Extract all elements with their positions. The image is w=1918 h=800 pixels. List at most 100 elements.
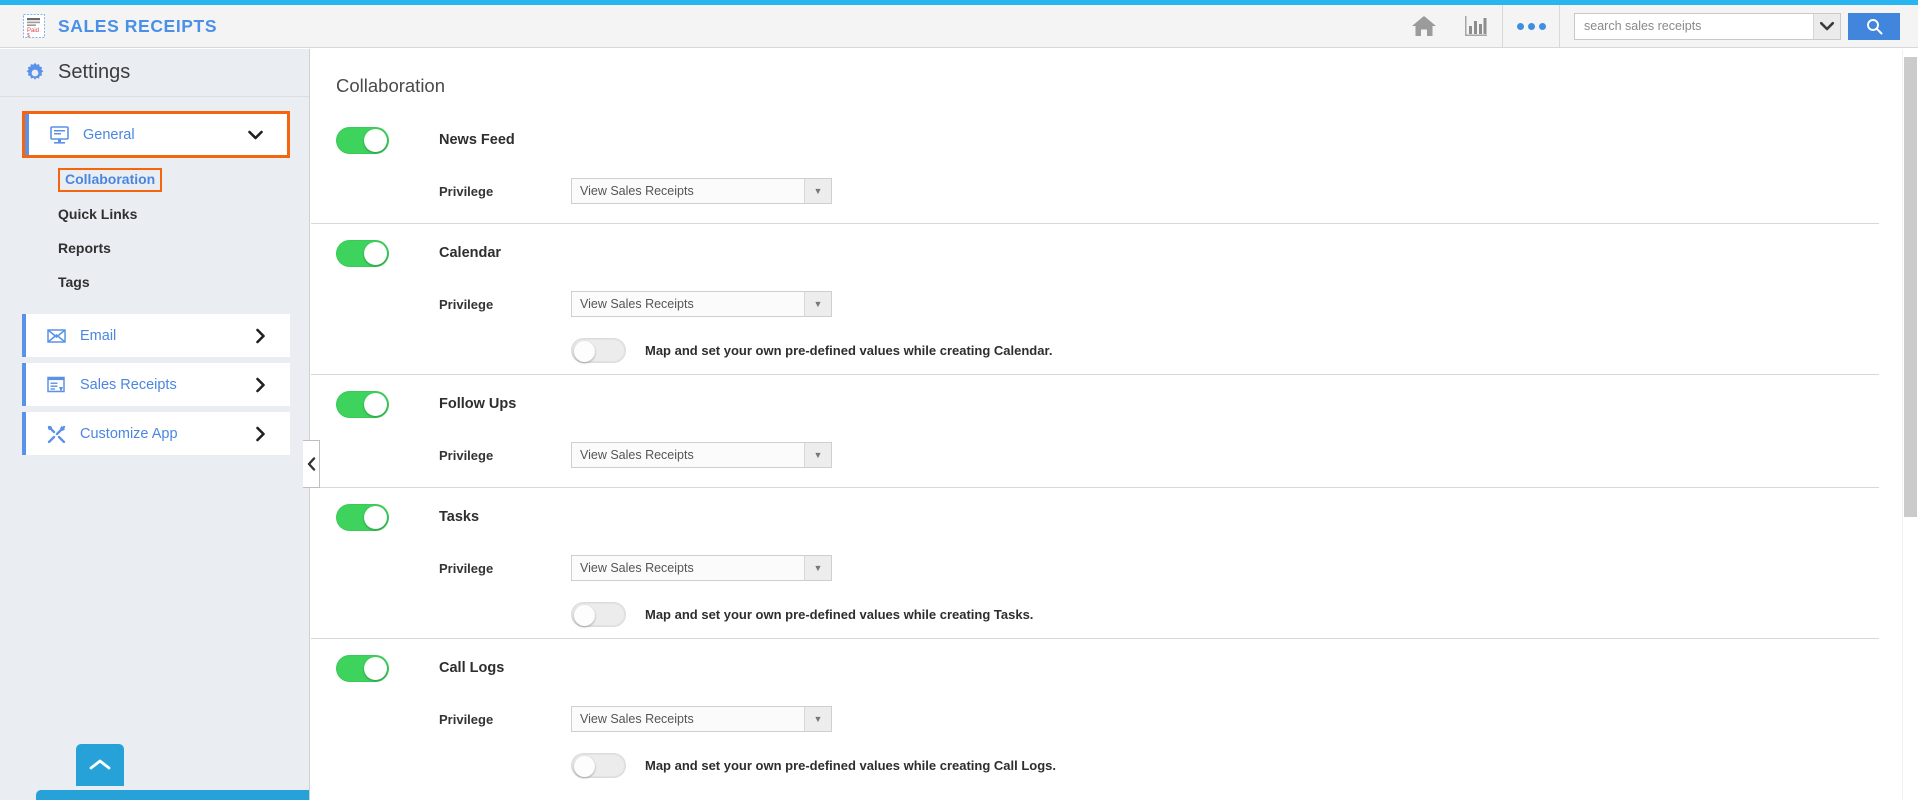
chevron-right-icon bbox=[255, 377, 266, 392]
feature-block-calendar: Calendar Privilege View Sales Receipts ▼… bbox=[311, 224, 1879, 375]
sidebar-item-tags-label: Tags bbox=[58, 274, 90, 290]
privilege-select-value: View Sales Receipts bbox=[580, 561, 694, 575]
map-values-row: Map and set your own pre-defined values … bbox=[336, 741, 1879, 789]
chevron-right-icon bbox=[255, 426, 266, 441]
dot-2 bbox=[1527, 22, 1535, 30]
map-toggle-call-logs[interactable] bbox=[571, 752, 626, 778]
privilege-select-tasks[interactable]: View Sales Receipts ▼ bbox=[571, 555, 832, 581]
sidebar-item-customize-app[interactable]: Customize App bbox=[22, 412, 290, 455]
dot-1 bbox=[1516, 22, 1524, 30]
header-icon-group bbox=[1398, 4, 1560, 48]
page-scrollbar-thumb[interactable] bbox=[1904, 57, 1917, 517]
feature-header-row: Calendar bbox=[336, 224, 1879, 282]
page-title: Collaboration bbox=[336, 75, 446, 96]
map-toggle-calendar[interactable] bbox=[571, 337, 626, 363]
chevron-down-icon bbox=[248, 129, 263, 140]
search-submit-button[interactable] bbox=[1848, 12, 1900, 40]
app-header: Paid $ SALES RECEIPTS bbox=[0, 4, 1918, 48]
map-values-text-calendar: Map and set your own pre-defined values … bbox=[645, 342, 1053, 358]
map-toggle-tasks[interactable] bbox=[571, 601, 626, 627]
feature-name-calendar: Calendar bbox=[439, 245, 502, 261]
privilege-row: Privilege View Sales Receipts ▼ bbox=[336, 169, 1879, 213]
chevron-right-icon bbox=[255, 328, 266, 343]
privilege-row: Privilege View Sales Receipts ▼ bbox=[336, 282, 1879, 326]
privilege-select-calendar[interactable]: View Sales Receipts ▼ bbox=[571, 291, 832, 317]
page-scrollbar-track[interactable] bbox=[1902, 49, 1918, 800]
search-zone bbox=[1560, 5, 1918, 48]
sidebar-item-quick-links[interactable]: Quick Links bbox=[0, 200, 309, 228]
feature-toggle-call-logs[interactable] bbox=[336, 654, 389, 682]
sidebar-subnav: Collaboration Quick Links Reports Tags bbox=[0, 166, 309, 296]
privilege-select-follow-ups[interactable]: View Sales Receipts ▼ bbox=[571, 442, 832, 468]
settings-header: Settings bbox=[0, 49, 309, 97]
toggle-knob bbox=[574, 604, 595, 626]
sidebar-item-general-label: General bbox=[83, 126, 135, 143]
feature-toggle-follow-ups[interactable] bbox=[336, 390, 389, 418]
sidebar-group-list: Email Sales Receipts Customize App bbox=[0, 314, 309, 455]
feature-header-row: News Feed bbox=[336, 111, 1879, 169]
settings-sidebar: Settings General Collaboration Quick Lin… bbox=[0, 49, 310, 800]
privilege-label: Privilege bbox=[439, 447, 494, 463]
feature-toggle-news-feed[interactable] bbox=[336, 126, 389, 154]
feature-toggle-calendar[interactable] bbox=[336, 239, 389, 267]
privilege-select-value: View Sales Receipts bbox=[580, 297, 694, 311]
map-values-text-call-logs: Map and set your own pre-defined values … bbox=[645, 757, 1057, 773]
dot-3 bbox=[1538, 22, 1546, 30]
toggle-knob bbox=[574, 340, 595, 362]
analytics-icon[interactable] bbox=[1450, 5, 1502, 48]
home-icon[interactable] bbox=[1398, 5, 1450, 48]
svg-text:$: $ bbox=[27, 33, 30, 39]
gear-icon bbox=[24, 62, 46, 84]
caret-down-icon: ▼ bbox=[804, 179, 831, 203]
sidebar-item-email[interactable]: Email bbox=[22, 314, 290, 357]
toggle-knob bbox=[364, 128, 387, 152]
sidebar-item-quick-links-label: Quick Links bbox=[58, 206, 138, 222]
feature-name-call-logs: Call Logs bbox=[439, 660, 505, 676]
privilege-label: Privilege bbox=[439, 296, 494, 312]
sidebar-item-reports[interactable]: Reports bbox=[0, 234, 309, 262]
chevron-up-icon bbox=[89, 758, 111, 772]
chevron-left-icon bbox=[307, 457, 316, 471]
privilege-select-call-logs[interactable]: View Sales Receipts ▼ bbox=[571, 706, 832, 732]
feature-block-news-feed: News Feed Privilege View Sales Receipts … bbox=[311, 111, 1879, 224]
caret-down-icon: ▼ bbox=[804, 707, 831, 731]
toggle-knob bbox=[364, 505, 387, 529]
privilege-label: Privilege bbox=[439, 711, 494, 727]
brand[interactable]: Paid $ SALES RECEIPTS bbox=[0, 5, 217, 47]
sidebar-item-general[interactable]: General bbox=[22, 111, 290, 158]
map-values-text-tasks: Map and set your own pre-defined values … bbox=[645, 606, 1034, 622]
scroll-to-top-button[interactable] bbox=[76, 744, 124, 786]
feature-toggle-tasks[interactable] bbox=[336, 503, 389, 531]
privilege-row: Privilege View Sales Receipts ▼ bbox=[336, 697, 1879, 741]
chevron-down-icon[interactable] bbox=[1813, 13, 1840, 39]
main-content: Collaboration News Feed Privilege View S… bbox=[311, 49, 1906, 800]
sidebar-item-customize-app-label: Customize App bbox=[80, 425, 178, 442]
more-options-icon[interactable] bbox=[1503, 5, 1559, 48]
document-icon bbox=[46, 376, 66, 394]
sidebar-item-collaboration-label: Collaboration bbox=[58, 168, 163, 192]
privilege-select-value: View Sales Receipts bbox=[580, 712, 694, 726]
toggle-knob bbox=[574, 755, 595, 777]
caret-down-icon: ▼ bbox=[804, 443, 831, 467]
search-input[interactable] bbox=[1575, 13, 1813, 39]
sidebar-collapse-handle[interactable] bbox=[303, 440, 320, 488]
privilege-label: Privilege bbox=[439, 560, 494, 576]
feature-name-follow-ups: Follow Ups bbox=[439, 396, 517, 412]
privilege-select-news-feed[interactable]: View Sales Receipts ▼ bbox=[571, 178, 832, 204]
monitor-icon bbox=[49, 125, 69, 144]
receipt-icon: Paid $ bbox=[22, 13, 46, 39]
feature-name-news-feed: News Feed bbox=[439, 132, 515, 148]
bottom-accent-bar bbox=[36, 790, 309, 800]
feature-header-row: Follow Ups bbox=[336, 375, 1879, 433]
feature-block-tasks: Tasks Privilege View Sales Receipts ▼ Ma… bbox=[311, 488, 1879, 639]
privilege-label: Privilege bbox=[439, 183, 494, 199]
sidebar-item-sales-receipts[interactable]: Sales Receipts bbox=[22, 363, 290, 406]
tools-icon bbox=[46, 425, 66, 443]
privilege-row: Privilege View Sales Receipts ▼ bbox=[336, 433, 1879, 477]
sidebar-item-collaboration[interactable]: Collaboration bbox=[0, 166, 309, 194]
sidebar-item-tags[interactable]: Tags bbox=[0, 268, 309, 296]
feature-block-call-logs: Call Logs Privilege View Sales Receipts … bbox=[311, 639, 1879, 789]
feature-name-tasks: Tasks bbox=[439, 509, 480, 525]
